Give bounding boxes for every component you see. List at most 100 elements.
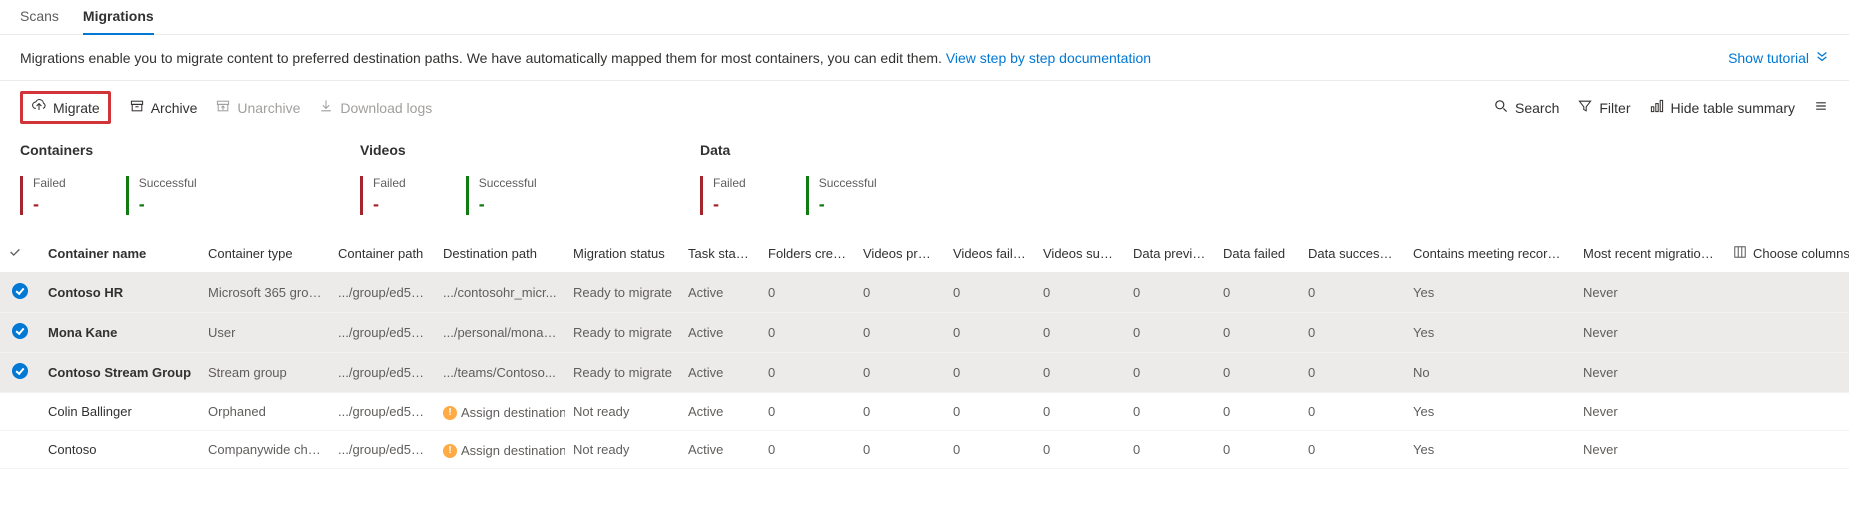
cell-data-failed: 0 xyxy=(1215,431,1300,469)
cell-container-type: Orphaned xyxy=(200,393,330,431)
data-success: Successful - xyxy=(806,176,877,215)
cell-folders: 0 xyxy=(760,313,855,353)
cell-container-name: Contoso xyxy=(40,431,200,469)
containers-failed: Failed - xyxy=(20,176,66,215)
header-container-path[interactable]: Container path xyxy=(330,235,435,273)
cell-meeting: Yes xyxy=(1405,273,1575,313)
checkmark-icon xyxy=(8,247,22,262)
table-row[interactable]: Contoso Companywide channel .../group/ed… xyxy=(0,431,1849,469)
header-task-status[interactable]: Task status xyxy=(680,235,760,273)
cell-container-type: Stream group xyxy=(200,353,330,393)
table-row[interactable]: Contoso HR Microsoft 365 group .../group… xyxy=(0,273,1849,313)
unarchive-button[interactable]: Unarchive xyxy=(215,98,300,117)
cloud-upload-icon xyxy=(31,98,47,117)
row-checkbox[interactable] xyxy=(0,393,40,431)
columns-icon xyxy=(1733,245,1747,262)
table-row[interactable]: Mona Kane User .../group/ed53... .../per… xyxy=(0,313,1849,353)
cell-destination: .../contosohr_micr... xyxy=(435,273,565,313)
header-choose-columns[interactable]: Choose columns xyxy=(1725,235,1849,273)
header-container-name[interactable]: Container name xyxy=(40,235,200,273)
cell-data-failed: 0 xyxy=(1215,393,1300,431)
show-tutorial-button[interactable]: Show tutorial xyxy=(1728,49,1829,66)
header-data-failed[interactable]: Data failed xyxy=(1215,235,1300,273)
cell-videos-failed: 0 xyxy=(945,431,1035,469)
info-text: Migrations enable you to migrate content… xyxy=(20,50,946,66)
filter-label: Filter xyxy=(1599,100,1630,116)
row-checkbox[interactable] xyxy=(0,431,40,469)
header-most-recent[interactable]: Most recent migration ↓ xyxy=(1575,235,1725,273)
archive-label: Archive xyxy=(151,100,198,116)
cell-videos-failed: 0 xyxy=(945,313,1035,353)
cell-destination[interactable]: !Assign destination xyxy=(435,393,565,431)
cell-meeting: No xyxy=(1405,353,1575,393)
doc-link[interactable]: View step by step documentation xyxy=(946,50,1151,66)
header-container-type[interactable]: Container type xyxy=(200,235,330,273)
cell-container-name: Contoso Stream Group xyxy=(40,353,200,393)
cell-destination: .../teams/Contoso... xyxy=(435,353,565,393)
header-meeting-recording[interactable]: Contains meeting recording xyxy=(1405,235,1575,273)
header-videos-failed[interactable]: Videos failed xyxy=(945,235,1035,273)
containers-failed-value: - xyxy=(33,194,66,215)
hide-summary-label: Hide table summary xyxy=(1671,100,1796,116)
table-header-row: Container name Container type Container … xyxy=(0,235,1849,273)
header-videos-prev[interactable]: Videos prev... xyxy=(855,235,945,273)
header-videos-success[interactable]: Videos succ... xyxy=(1035,235,1125,273)
cell-videos-prev: 0 xyxy=(855,313,945,353)
migrations-table: Container name Container type Container … xyxy=(0,235,1849,469)
filter-button[interactable]: Filter xyxy=(1577,98,1630,117)
cell-destination-path: .../personal/monak... xyxy=(443,325,561,340)
summary-videos-title: Videos xyxy=(360,142,640,158)
archive-button[interactable]: Archive xyxy=(129,98,198,117)
cell-container-name: Mona Kane xyxy=(40,313,200,353)
cell-container-path: .../group/ed53... xyxy=(330,313,435,353)
header-data-prev[interactable]: Data previo... xyxy=(1125,235,1215,273)
videos-failed-label: Failed xyxy=(373,176,406,190)
migrate-highlight: Migrate xyxy=(20,91,111,124)
cell-destination: .../personal/monak... xyxy=(435,313,565,353)
cell-data-failed: 0 xyxy=(1215,313,1300,353)
cell-task-status: Active xyxy=(680,431,760,469)
videos-failed-value: - xyxy=(373,194,406,215)
hide-summary-button[interactable]: Hide table summary xyxy=(1649,98,1796,117)
search-button[interactable]: Search xyxy=(1493,98,1559,117)
more-menu-button[interactable] xyxy=(1813,98,1829,117)
cell-meeting: Yes xyxy=(1405,431,1575,469)
migrate-label: Migrate xyxy=(53,100,100,116)
cell-meeting: Yes xyxy=(1405,313,1575,353)
cell-destination[interactable]: !Assign destination xyxy=(435,431,565,469)
cell-videos-failed: 0 xyxy=(945,273,1035,313)
cell-container-path: .../group/ed53... xyxy=(330,273,435,313)
table-row[interactable]: Colin Ballinger Orphaned .../group/ed53.… xyxy=(0,393,1849,431)
row-checkbox[interactable] xyxy=(0,353,40,393)
header-folders-created[interactable]: Folders created xyxy=(760,235,855,273)
header-destination-path[interactable]: Destination path xyxy=(435,235,565,273)
row-checkbox[interactable] xyxy=(0,273,40,313)
toolbar-right: Search Filter Hide table summary xyxy=(1493,98,1829,117)
row-checkbox[interactable] xyxy=(0,313,40,353)
search-icon xyxy=(1493,98,1509,117)
cell-recent: Never xyxy=(1575,431,1725,469)
cell-folders: 0 xyxy=(760,273,855,313)
cell-meeting: Yes xyxy=(1405,393,1575,431)
header-select-all[interactable] xyxy=(0,235,40,273)
cell-videos-success: 0 xyxy=(1035,431,1125,469)
cell-task-status: Active xyxy=(680,353,760,393)
tab-scans[interactable]: Scans xyxy=(20,0,59,34)
cell-data-success: 0 xyxy=(1300,431,1405,469)
download-logs-button[interactable]: Download logs xyxy=(318,98,432,117)
table-row[interactable]: Contoso Stream Group Stream group .../gr… xyxy=(0,353,1849,393)
cell-data-failed: 0 xyxy=(1215,273,1300,313)
cell-videos-prev: 0 xyxy=(855,431,945,469)
cell-videos-success: 0 xyxy=(1035,353,1125,393)
tab-migrations[interactable]: Migrations xyxy=(83,0,154,34)
cell-container-path: .../group/ed53... xyxy=(330,353,435,393)
migrate-button[interactable]: Migrate xyxy=(31,98,100,117)
cell-destination-path: Assign destination xyxy=(461,443,565,458)
cell-data-prev: 0 xyxy=(1125,273,1215,313)
data-success-label: Successful xyxy=(819,176,877,190)
header-migration-status[interactable]: Migration status xyxy=(565,235,680,273)
cell-videos-failed: 0 xyxy=(945,393,1035,431)
cell-videos-prev: 0 xyxy=(855,273,945,313)
cell-data-success: 0 xyxy=(1300,393,1405,431)
header-data-success[interactable]: Data successful xyxy=(1300,235,1405,273)
